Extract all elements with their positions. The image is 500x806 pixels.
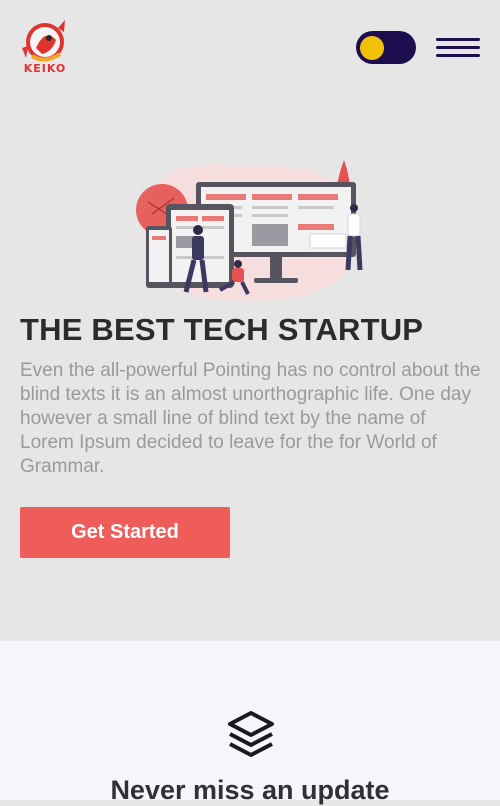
brand-name: KEIKO — [23, 62, 67, 75]
hero-description: Even the all-powerful Pointing has no co… — [20, 360, 481, 477]
hamburger-icon[interactable] — [436, 38, 480, 60]
logo-mascot-icon — [22, 20, 65, 62]
features-section: Never miss an update — [0, 641, 500, 805]
hero-title: THE BEST TECH STARTUP — [20, 312, 424, 347]
toggle-knob — [360, 36, 384, 60]
brand-logo[interactable]: KEIKO — [18, 18, 72, 76]
get-started-button[interactable]: Get Started — [20, 507, 230, 558]
layers-icon — [228, 711, 274, 757]
tech-startup-illustration — [136, 160, 363, 302]
hero-section: KEIKO THE BEST TECH STARTUP Even the all… — [0, 0, 500, 641]
section-title: Never miss an update — [110, 775, 390, 805]
theme-toggle[interactable] — [356, 31, 416, 64]
